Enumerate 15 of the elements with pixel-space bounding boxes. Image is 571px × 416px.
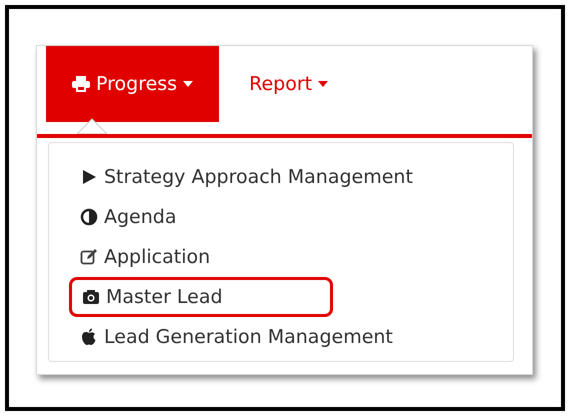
edit-icon — [80, 248, 98, 266]
menu-item[interactable]: Agenda — [80, 197, 513, 237]
half-circle-icon — [80, 208, 98, 226]
camera-icon — [82, 288, 100, 306]
printer-icon — [72, 76, 90, 92]
menu-item[interactable]: Application — [80, 237, 513, 277]
play-icon — [80, 168, 98, 186]
menu-item[interactable]: Lead Generation Management — [80, 317, 513, 357]
caret-icon — [318, 81, 328, 87]
apple-icon — [80, 328, 98, 346]
menu-item[interactable]: Strategy Approach Management — [80, 157, 513, 197]
menu-item[interactable]: Master Lead — [69, 277, 333, 317]
nav-tab[interactable]: Progress — [46, 46, 220, 122]
caret-icon — [183, 81, 194, 87]
dropdown-pointer-icon — [77, 118, 107, 134]
